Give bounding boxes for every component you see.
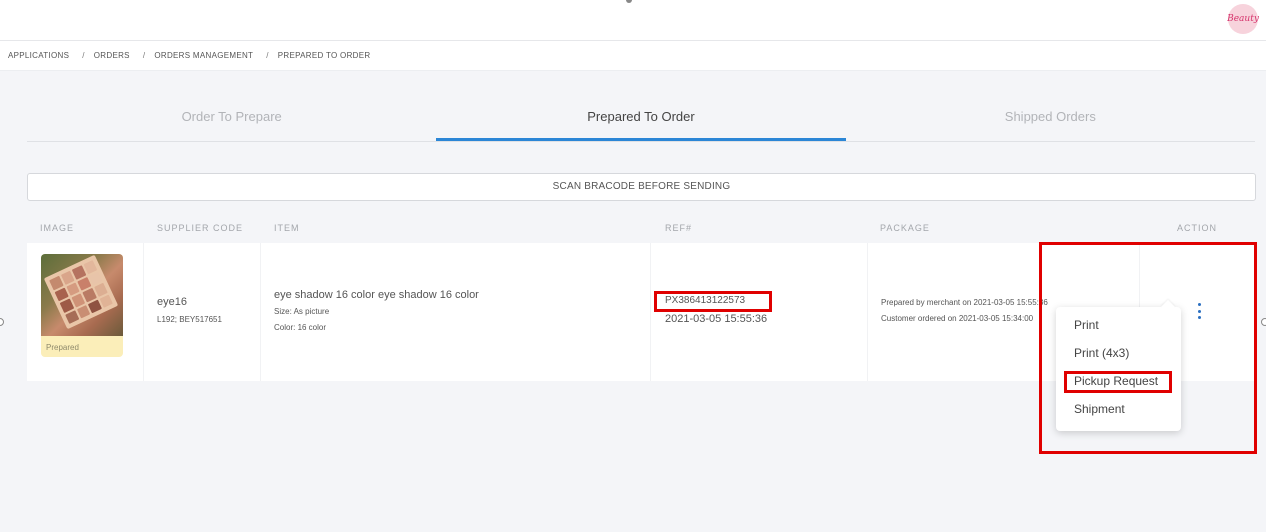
prepared-badge: Prepared [46, 343, 79, 352]
brand-logo[interactable]: Beauty [1227, 4, 1259, 34]
breadcrumb-orders[interactable]: ORDERS [94, 51, 130, 60]
column-divider [260, 243, 261, 381]
right-edge-handle [1261, 318, 1266, 326]
product-thumbnail[interactable]: Prepared [41, 254, 123, 357]
order-tabs: Order To Prepare Prepared To Order Shipp… [27, 95, 1255, 142]
breadcrumb-separator: / [142, 51, 146, 60]
supplier-code: eye16 [157, 296, 187, 308]
ref-date: 2021-03-05 15:55:36 [665, 313, 768, 325]
package-prepared: Prepared by merchant on 2021-03-05 15:55… [881, 298, 1048, 307]
header-image: IMAGE [40, 223, 75, 233]
package-ordered: Customer ordered on 2021-03-05 15:34:00 [881, 314, 1034, 323]
header-package: PACKAGE [880, 223, 930, 233]
ref-highlight-box [654, 291, 772, 312]
scan-barcode-button[interactable]: SCAN BRACODE BEFORE SENDING [27, 173, 1256, 201]
logo-text: Beauty [1227, 14, 1259, 24]
breadcrumb-orders-management[interactable]: ORDERS MANAGEMENT [154, 51, 253, 60]
breadcrumb-separator: / [266, 51, 269, 60]
breadcrumb: APPLICATIONS / ORDERS / ORDERS MANAGEMEN… [0, 41, 1266, 71]
header-supplier-code: SUPPLIER CODE [157, 223, 244, 233]
tab-shipped-orders[interactable]: Shipped Orders [846, 95, 1255, 141]
breadcrumb-separator: / [82, 51, 85, 60]
item-title: eye shadow 16 color eye shadow 16 color [274, 289, 479, 301]
column-divider [143, 243, 144, 381]
header-item: ITEM [274, 223, 300, 233]
action-highlight-box [1039, 242, 1257, 454]
header-action: ACTION [1177, 223, 1218, 233]
item-color: Color: 16 color [274, 323, 327, 332]
tab-prepared-to-order[interactable]: Prepared To Order [436, 95, 846, 141]
top-bar: Beauty [0, 0, 1266, 41]
tab-order-to-prepare[interactable]: Order To Prepare [27, 95, 436, 141]
product-image [41, 254, 123, 336]
pickup-highlight-box [1064, 371, 1172, 393]
column-divider [867, 243, 868, 381]
left-edge-handle [0, 318, 4, 326]
breadcrumb-prepared-to-order: PREPARED TO ORDER [277, 51, 371, 60]
supplier-sku: L192; BEY517651 [157, 315, 222, 324]
breadcrumb-applications[interactable]: APPLICATIONS [8, 51, 69, 60]
eyeshadow-palette-image [43, 254, 119, 330]
top-indicator-dot [626, 0, 632, 3]
column-divider [650, 243, 651, 381]
table-header: IMAGE SUPPLIER CODE ITEM REF# PACKAGE AC… [27, 220, 1255, 238]
header-ref: REF# [665, 223, 693, 233]
item-size: Size: As picture [274, 307, 330, 316]
